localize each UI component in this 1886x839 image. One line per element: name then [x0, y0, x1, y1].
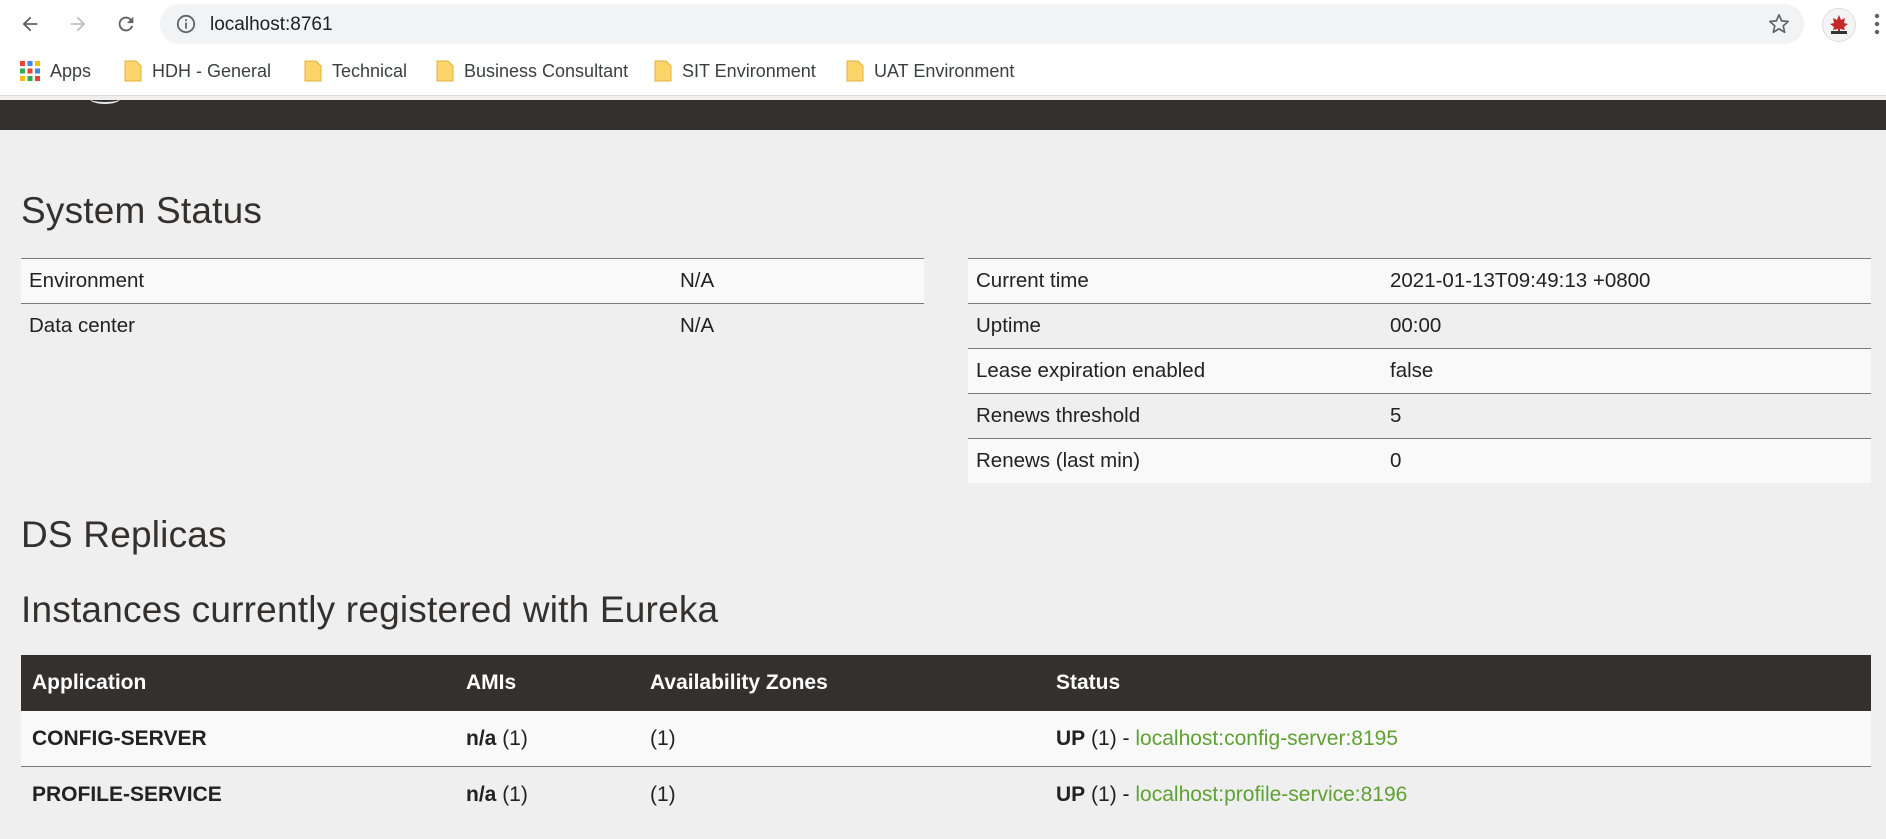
- bookmark-label: Business Consultant: [464, 60, 629, 81]
- status-key: Current time: [968, 258, 1382, 304]
- browser-toolbar: localhost:8761: [0, 0, 1886, 47]
- folder-icon: [304, 60, 322, 82]
- instances-table: Application AMIs Availability Zones Stat…: [21, 655, 1871, 822]
- zones-value: (1): [639, 766, 1045, 822]
- bookmarks-bar: Apps HDH - General Technical Business Co…: [0, 47, 1886, 96]
- bookmark-label: UAT Environment: [874, 60, 1015, 81]
- system-status-heading: System Status: [21, 190, 263, 231]
- status-key: Renews (last min): [968, 438, 1382, 483]
- table-row: Lease expiration enabled false: [968, 348, 1871, 394]
- system-status-left-table: Environment N/A Data center N/A: [21, 258, 924, 348]
- bookmark-business-consultant[interactable]: Business Consultant: [436, 59, 628, 83]
- ds-replicas-heading: DS Replicas: [21, 514, 227, 555]
- status-value: false: [1382, 348, 1871, 394]
- forward-arrow-icon[interactable]: [62, 8, 94, 40]
- status-value: 2021-01-13T09:49:13 +0800: [1382, 258, 1871, 304]
- bookmark-label: Apps: [50, 60, 92, 81]
- status-count: (1) -: [1091, 726, 1130, 750]
- instances-heading: Instances currently registered with Eure…: [21, 589, 719, 630]
- bookmark-label: Technical: [332, 60, 408, 81]
- address-bar[interactable]: localhost:8761: [160, 4, 1804, 44]
- instance-link[interactable]: localhost:profile-service:8196: [1135, 783, 1407, 806]
- status-key: Data center: [21, 303, 672, 348]
- status-value: 00:00: [1382, 303, 1871, 349]
- folder-icon: [124, 60, 142, 82]
- column-header: Application: [21, 655, 455, 711]
- application-name: PROFILE-SERVICE: [32, 782, 222, 806]
- status-value: N/A: [672, 258, 924, 304]
- star-icon[interactable]: [1768, 13, 1790, 40]
- zones-value: (1): [639, 711, 1045, 767]
- status-up: UP: [1056, 782, 1086, 806]
- table-header-row: Application AMIs Availability Zones Stat…: [21, 655, 1871, 711]
- amis-value: n/a: [466, 726, 497, 750]
- table-row: Renews (last min) 0: [968, 438, 1871, 483]
- bookmark-label: HDH - General: [152, 60, 272, 81]
- folder-icon: [436, 60, 454, 82]
- status-value: 0: [1382, 438, 1871, 483]
- bookmark-apps[interactable]: Apps: [20, 59, 91, 83]
- apps-grid-icon: [20, 61, 40, 81]
- table-row: Current time 2021-01-13T09:49:13 +0800: [968, 258, 1871, 304]
- bookmark-hdh-general[interactable]: HDH - General: [124, 59, 271, 83]
- column-header: Status: [1045, 655, 1871, 711]
- column-header: AMIs: [455, 655, 639, 711]
- amis-value: n/a: [466, 782, 497, 806]
- status-count: (1) -: [1091, 782, 1130, 806]
- reload-icon[interactable]: [110, 8, 142, 40]
- status-key: Environment: [21, 258, 672, 304]
- amis-count: (1): [502, 726, 528, 750]
- info-icon[interactable]: [176, 14, 196, 39]
- status-value: N/A: [672, 303, 924, 348]
- profile-avatar[interactable]: [1822, 8, 1856, 42]
- bookmark-uat-environment[interactable]: UAT Environment: [846, 59, 1014, 83]
- table-row: CONFIG-SERVER n/a (1) (1) UP (1) - local…: [21, 711, 1871, 767]
- table-row: Renews threshold 5: [968, 393, 1871, 439]
- page-navbar: [0, 100, 1886, 130]
- status-key: Uptime: [968, 303, 1382, 349]
- folder-icon: [846, 60, 864, 82]
- table-row: PROFILE-SERVICE n/a (1) (1) UP (1) - loc…: [21, 766, 1871, 822]
- logo-fragment: [90, 94, 120, 104]
- status-up: UP: [1056, 726, 1086, 750]
- column-header: Availability Zones: [639, 655, 1045, 711]
- table-row: Data center N/A: [21, 303, 924, 348]
- bookmark-sit-environment[interactable]: SIT Environment: [654, 59, 816, 83]
- status-key: Lease expiration enabled: [968, 348, 1382, 394]
- system-status-right-table: Current time 2021-01-13T09:49:13 +0800 U…: [968, 258, 1871, 483]
- amis-count: (1): [502, 782, 528, 806]
- status-key: Renews threshold: [968, 393, 1382, 439]
- status-value: 5: [1382, 393, 1871, 439]
- url-text[interactable]: localhost:8761: [210, 14, 333, 36]
- bookmark-technical[interactable]: Technical: [304, 59, 407, 83]
- table-row: Environment N/A: [21, 258, 924, 304]
- bookmark-label: SIT Environment: [682, 60, 816, 81]
- instance-link[interactable]: localhost:config-server:8195: [1135, 727, 1398, 750]
- table-row: Uptime 00:00: [968, 303, 1871, 349]
- more-menu-icon[interactable]: [1874, 12, 1880, 41]
- application-name: CONFIG-SERVER: [32, 726, 207, 750]
- back-arrow-icon[interactable]: [14, 8, 46, 40]
- folder-icon: [654, 60, 672, 82]
